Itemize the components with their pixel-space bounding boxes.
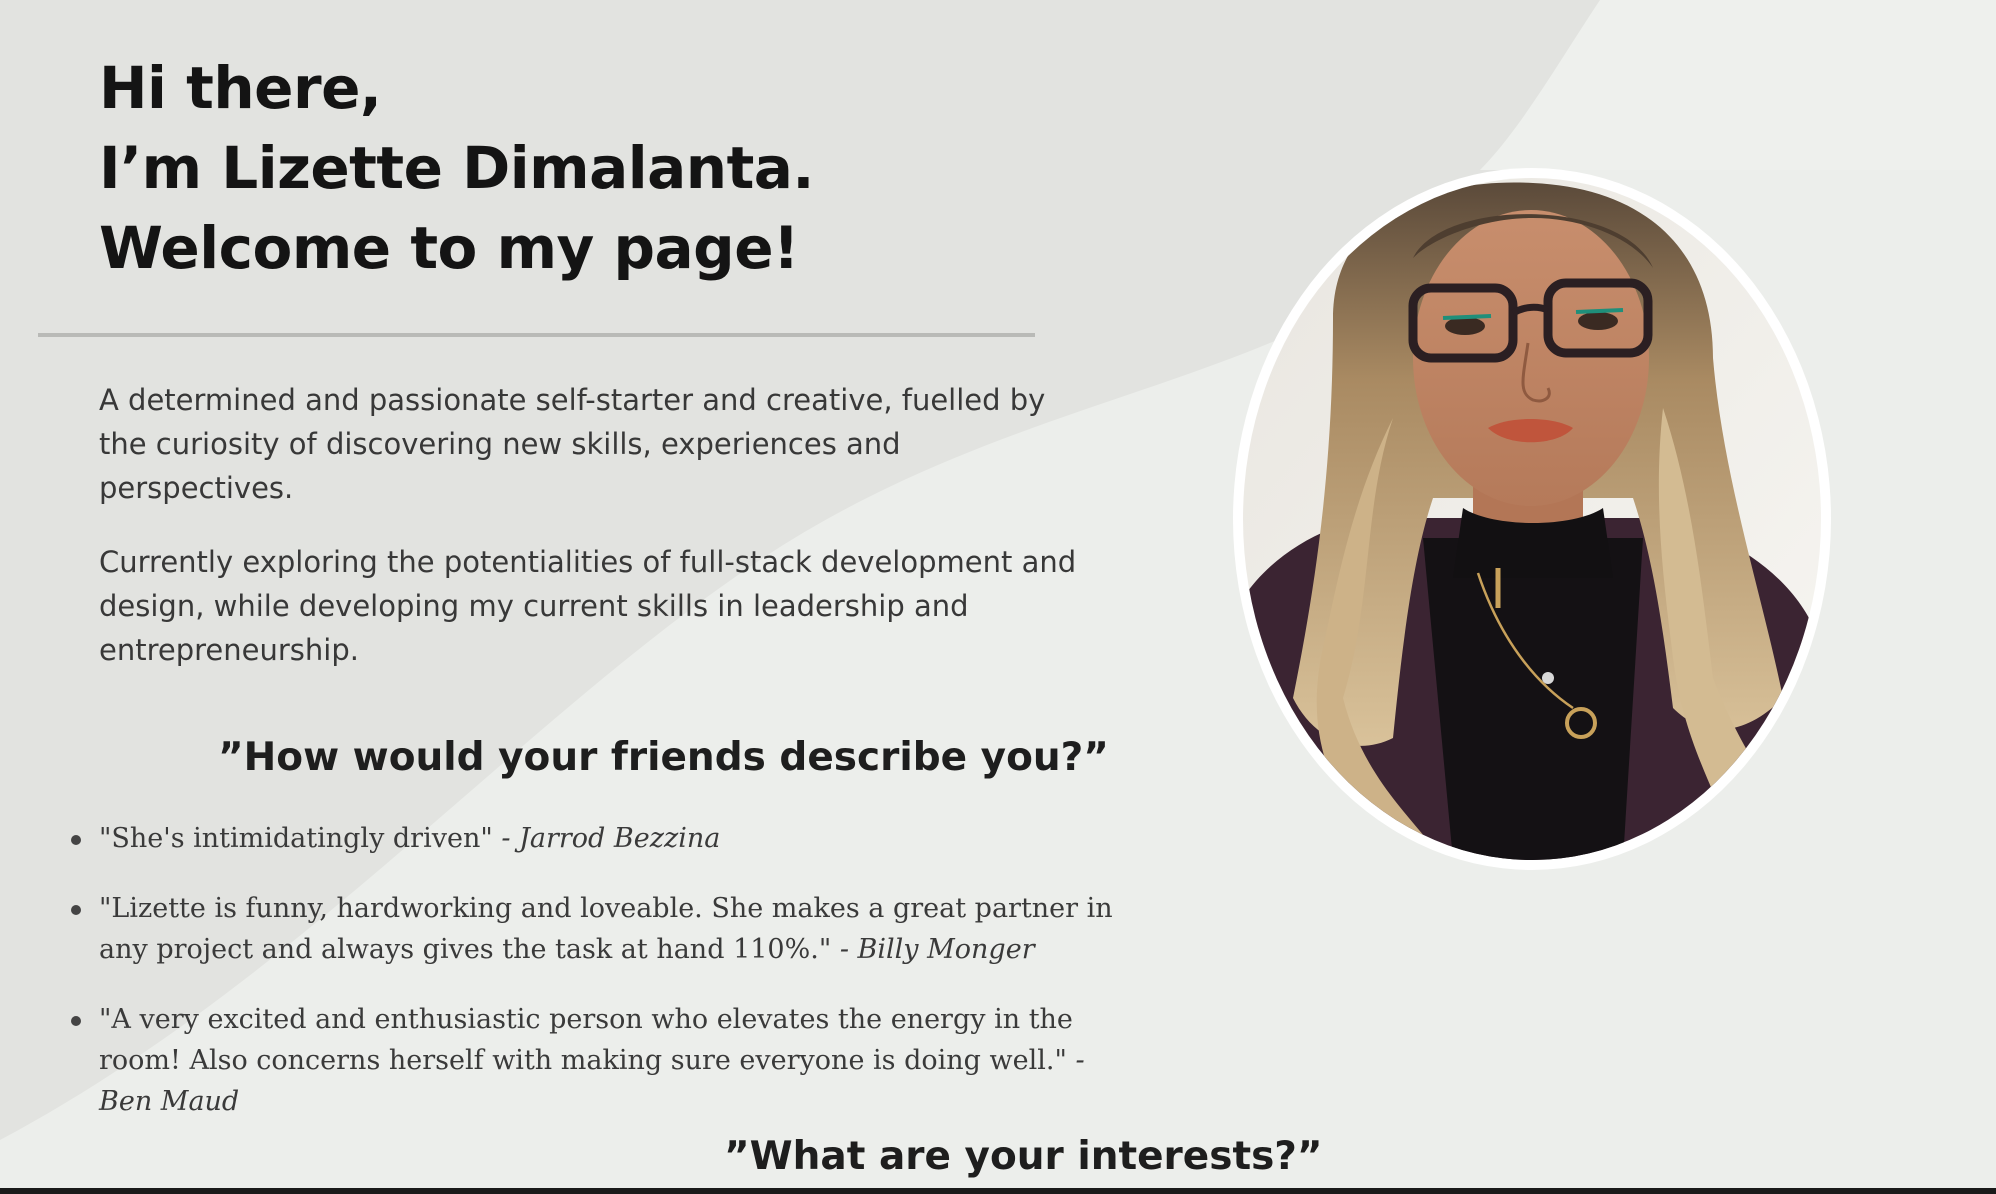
friends-heading: ”How would your friends describe you?” (218, 735, 1109, 780)
hero-title: Hi there, I’m Lizette Dimalanta. Welcome… (99, 48, 814, 288)
quote-text: "She's intimidatingly driven" (99, 823, 493, 854)
profile-page: Hi there, I’m Lizette Dimalanta. Welcome… (0, 0, 1996, 1194)
friend-quotes-list: "She's intimidatingly driven" - Jarrod B… (71, 818, 1119, 1151)
greeting-line-2: I’m Lizette Dimalanta. (99, 134, 814, 202)
list-item: "Lizette is funny, hardworking and lovea… (71, 888, 1119, 970)
bio-paragraph-2: Currently exploring the potentialities o… (99, 545, 1077, 667)
greeting-line-1: Hi there, (99, 54, 382, 122)
quote-author: - Billy Monger (831, 934, 1035, 965)
interests-heading: ”What are your interests?” (724, 1134, 1323, 1179)
greeting-line-3: Welcome to my page! (99, 214, 799, 282)
window-bottom-edge (0, 1188, 1996, 1194)
list-item: "She's intimidatingly driven" - Jarrod B… (71, 818, 1119, 859)
profile-photo (1243, 178, 1821, 860)
bio-paragraph-1: A determined and passionate self-starter… (99, 383, 1046, 505)
quote-author: - Jarrod Bezzina (492, 823, 721, 854)
section-divider (38, 333, 1035, 337)
profile-photo-frame (1233, 168, 1831, 870)
quote-text: "A very excited and enthusiastic person … (99, 1004, 1073, 1076)
list-item: "A very excited and enthusiastic person … (71, 999, 1119, 1122)
